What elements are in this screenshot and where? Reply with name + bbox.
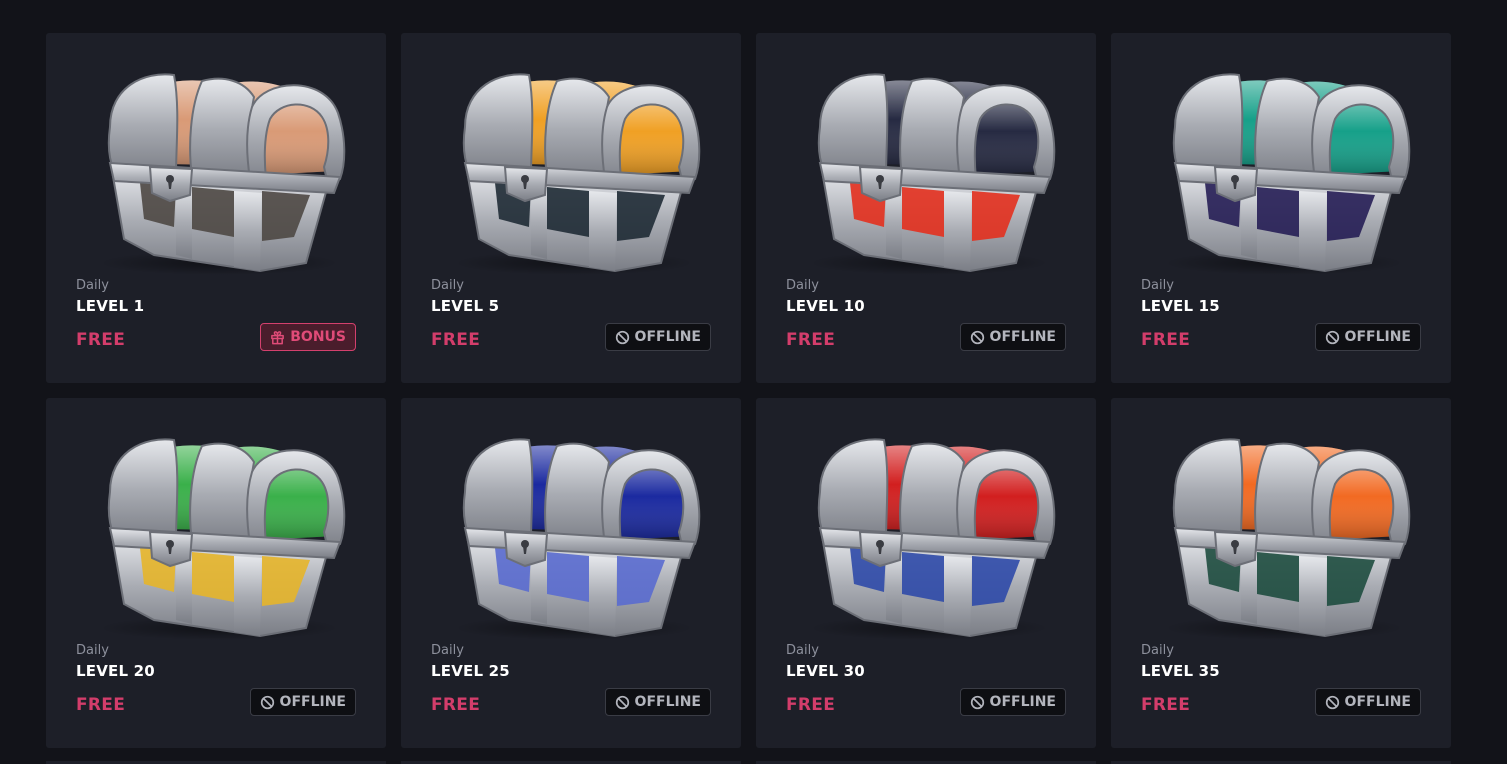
case-category: Daily [431, 643, 464, 658]
case-card-level-1[interactable]: Daily LEVEL 1 FREE BONUS [46, 33, 386, 383]
badge-label: OFFLINE [279, 694, 346, 710]
badge-label: OFFLINE [989, 329, 1056, 345]
case-card-level-35[interactable]: Daily LEVEL 35 FREE OFFLINE [1111, 398, 1451, 748]
case-category: Daily [786, 278, 819, 293]
offline-badge: OFFLINE [604, 688, 711, 716]
badge-label: OFFLINE [634, 329, 701, 345]
case-title: LEVEL 15 [1141, 297, 1220, 315]
case-grid: Daily LEVEL 1 FREE BONUS Daily LEVEL 5 F… [46, 33, 1451, 748]
case-title: LEVEL 30 [786, 662, 865, 680]
offline-badge: OFFLINE [959, 688, 1066, 716]
case-title: LEVEL 5 [431, 297, 500, 315]
bonus-badge: BONUS [260, 323, 356, 351]
chest-image [99, 73, 346, 275]
case-category: Daily [431, 278, 464, 293]
case-category: Daily [76, 278, 109, 293]
ban-icon [615, 330, 629, 344]
case-category: Daily [786, 643, 819, 658]
badge-label: BONUS [290, 329, 346, 345]
case-category: Daily [1141, 278, 1174, 293]
case-card-level-20[interactable]: Daily LEVEL 20 FREE OFFLINE [46, 398, 386, 748]
case-price: FREE [786, 330, 836, 350]
chest-image [454, 438, 701, 640]
badge-label: OFFLINE [989, 694, 1056, 710]
case-card-level-5[interactable]: Daily LEVEL 5 FREE OFFLINE [401, 33, 741, 383]
chest-image [809, 438, 1056, 640]
badge-label: OFFLINE [1344, 329, 1411, 345]
ban-icon [970, 330, 984, 344]
ban-icon [1325, 330, 1339, 344]
ban-icon [615, 695, 629, 709]
case-price: FREE [76, 330, 126, 350]
offline-badge: OFFLINE [604, 323, 711, 351]
case-title: LEVEL 25 [431, 662, 510, 680]
case-price: FREE [786, 695, 836, 715]
case-title: LEVEL 35 [1141, 662, 1220, 680]
case-card-level-15[interactable]: Daily LEVEL 15 FREE OFFLINE [1111, 33, 1451, 383]
offline-badge: OFFLINE [249, 688, 356, 716]
chest-image [454, 73, 701, 275]
badge-label: OFFLINE [634, 694, 701, 710]
case-card-level-25[interactable]: Daily LEVEL 25 FREE OFFLINE [401, 398, 741, 748]
chest-image [809, 73, 1056, 275]
case-category: Daily [1141, 643, 1174, 658]
badge-label: OFFLINE [1344, 694, 1411, 710]
case-card-level-10[interactable]: Daily LEVEL 10 FREE OFFLINE [756, 33, 1096, 383]
case-price: FREE [76, 695, 126, 715]
gift-icon [271, 330, 285, 344]
case-title: LEVEL 10 [786, 297, 865, 315]
chest-image [99, 438, 346, 640]
case-price: FREE [1141, 695, 1191, 715]
case-price: FREE [431, 695, 481, 715]
case-price: FREE [431, 330, 481, 350]
offline-badge: OFFLINE [1314, 323, 1421, 351]
case-card-level-30[interactable]: Daily LEVEL 30 FREE OFFLINE [756, 398, 1096, 748]
case-title: LEVEL 1 [76, 297, 145, 315]
case-category: Daily [76, 643, 109, 658]
chest-image [1164, 438, 1411, 640]
chest-image [1164, 73, 1411, 275]
ban-icon [1325, 695, 1339, 709]
offline-badge: OFFLINE [959, 323, 1066, 351]
offline-badge: OFFLINE [1314, 688, 1421, 716]
case-title: LEVEL 20 [76, 662, 155, 680]
ban-icon [260, 695, 274, 709]
ban-icon [970, 695, 984, 709]
case-price: FREE [1141, 330, 1191, 350]
